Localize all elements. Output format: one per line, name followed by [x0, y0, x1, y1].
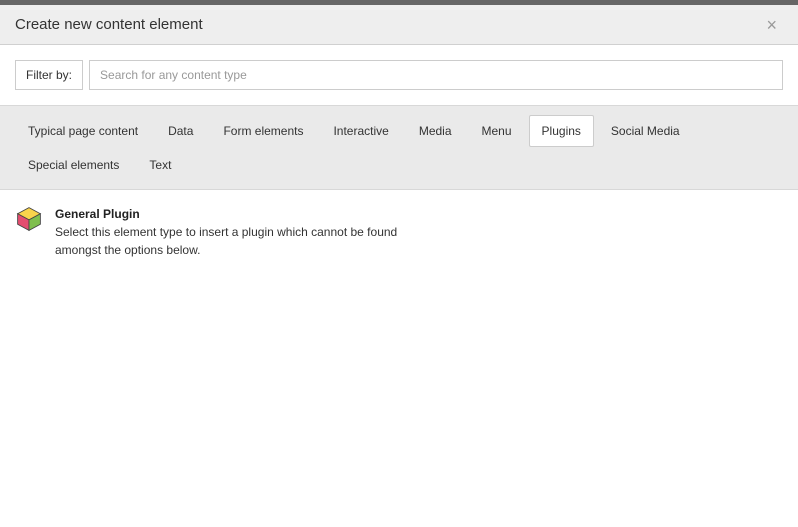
content-area: General Plugin Select this element type … — [0, 190, 798, 274]
tab-form-elements[interactable]: Form elements — [210, 115, 316, 147]
modal-header: Create new content element × — [0, 5, 798, 45]
modal-title: Create new content element — [15, 16, 203, 33]
close-button[interactable]: × — [760, 12, 783, 38]
tab-data[interactable]: Data — [155, 115, 206, 147]
content-element-text: General Plugin Select this element type … — [55, 205, 435, 259]
filter-label: Filter by: — [15, 60, 83, 90]
tab-bar: Typical page contentDataForm elementsInt… — [0, 105, 798, 190]
content-element-description: Select this element type to insert a plu… — [55, 223, 435, 259]
filter-bar: Filter by: — [0, 45, 798, 105]
plugin-cube-icon — [15, 205, 43, 233]
search-input[interactable] — [89, 60, 783, 90]
tab-special-elements[interactable]: Special elements — [15, 149, 132, 181]
tab-menu[interactable]: Menu — [469, 115, 525, 147]
content-element-title: General Plugin — [55, 205, 435, 223]
content-element-option[interactable]: General Plugin Select this element type … — [15, 205, 435, 259]
tab-media[interactable]: Media — [406, 115, 465, 147]
tab-plugins[interactable]: Plugins — [529, 115, 594, 147]
tab-text[interactable]: Text — [136, 149, 184, 181]
tab-typical-page-content[interactable]: Typical page content — [15, 115, 151, 147]
tab-interactive[interactable]: Interactive — [320, 115, 401, 147]
close-icon: × — [766, 15, 777, 35]
tab-social-media[interactable]: Social Media — [598, 115, 693, 147]
